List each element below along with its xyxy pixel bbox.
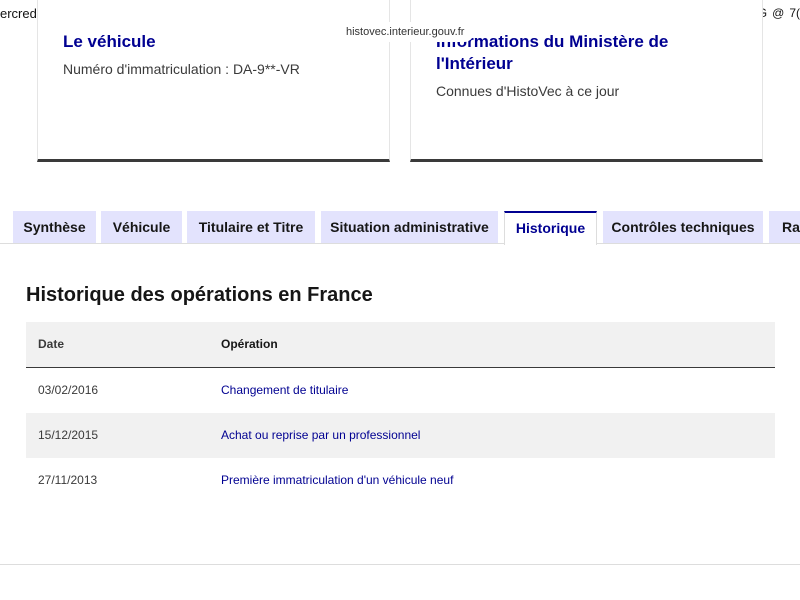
- ministry-card-text: Connues d'HistoVec à ce jour: [436, 83, 620, 99]
- ministry-card-title-line2: l'Intérieur: [436, 54, 513, 73]
- operations-table: Date Opération 03/02/2016 Changement de …: [26, 322, 775, 503]
- url-bar[interactable]: histovec.interieur.gouv.fr: [336, 22, 475, 42]
- tab-vehicule[interactable]: Véhicule: [101, 211, 182, 243]
- panel-title: Historique des opérations en France: [26, 284, 373, 306]
- tab-historique[interactable]: Historique: [504, 211, 597, 245]
- location-icon: @: [772, 6, 785, 20]
- vehicle-card[interactable]: Le véhicule Numéro d'immatriculation : D…: [37, 0, 390, 162]
- row-operation[interactable]: Changement de titulaire: [221, 383, 348, 397]
- vehicle-card-title: Le véhicule: [63, 32, 156, 51]
- table-row: 15/12/2015 Achat ou reprise par un profe…: [26, 413, 775, 458]
- table-row: 27/11/2013 Première immatriculation d'un…: [26, 458, 775, 503]
- row-date: 03/02/2016: [38, 383, 99, 397]
- tab-synthese[interactable]: Synthèse: [13, 211, 96, 243]
- tab-titulaire[interactable]: Titulaire et Titre: [187, 211, 315, 243]
- table-row: 03/02/2016 Changement de titulaire: [26, 368, 775, 413]
- tab-situation[interactable]: Situation administrative: [321, 211, 498, 243]
- tab-rapport[interactable]: Rap: [769, 211, 800, 243]
- row-operation[interactable]: Première immatriculation d'un véhicule n…: [221, 473, 453, 487]
- column-header-date: Date: [38, 337, 65, 351]
- tab-controles[interactable]: Contrôles techniques: [603, 211, 763, 243]
- row-operation[interactable]: Achat ou reprise par un professionnel: [221, 428, 420, 442]
- table-header: Date Opération: [26, 322, 775, 368]
- registration-number: Numéro d'immatriculation : DA-9**-VR: [63, 61, 300, 77]
- battery-level: 7(: [789, 6, 800, 20]
- row-date: 15/12/2015: [38, 428, 99, 442]
- row-date: 27/11/2013: [38, 473, 98, 487]
- tab-bar: Synthèse Véhicule Titulaire et Titre Sit…: [0, 211, 800, 245]
- historique-panel: Historique des opérations en France Date…: [0, 243, 800, 565]
- column-header-operation: Opération: [221, 337, 278, 351]
